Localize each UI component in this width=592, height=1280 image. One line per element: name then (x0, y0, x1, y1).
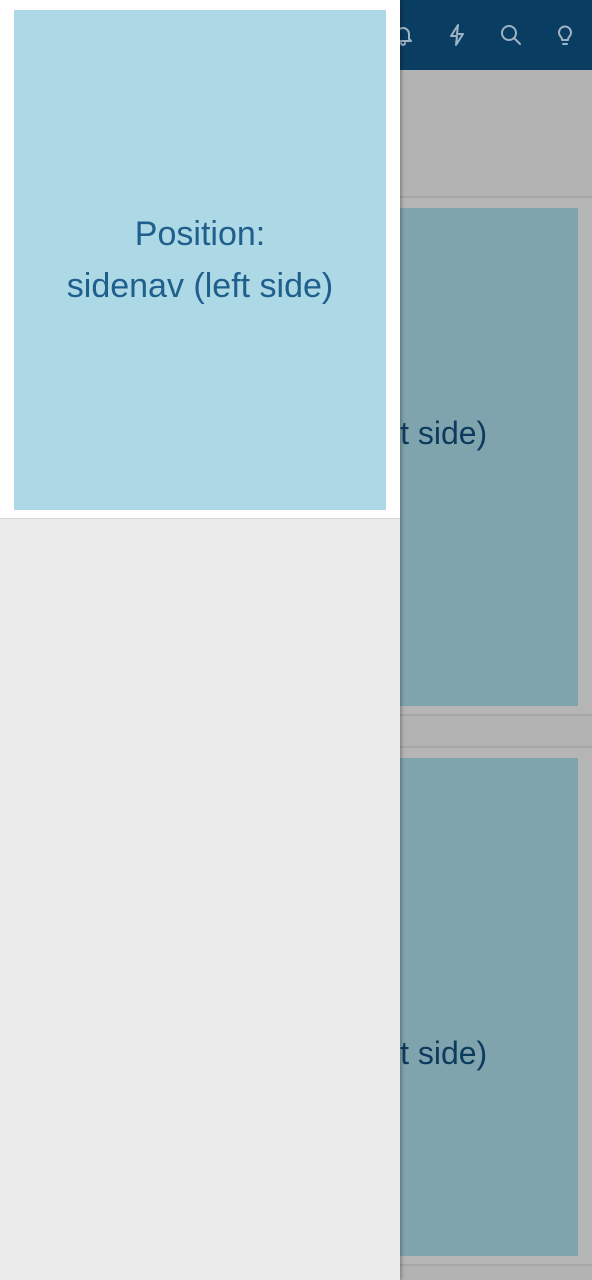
app-bar-actions (376, 0, 592, 70)
search-icon (501, 25, 521, 45)
sidenav-slot-position: sidenav (left side) (66, 267, 334, 305)
sidenav-drawer[interactable]: Position: sidenav (left side) (0, 0, 400, 1280)
sidenav-header: Position: sidenav (left side) (0, 0, 400, 519)
sidenav-ad-slot[interactable]: Position: sidenav (left side) (14, 10, 386, 510)
flash-icon (450, 24, 464, 46)
flash-button[interactable] (430, 0, 484, 70)
lightbulb-icon (558, 25, 572, 45)
tips-button[interactable] (538, 0, 592, 70)
sidenav-slot-label: Position: (134, 215, 266, 253)
search-button[interactable] (484, 0, 538, 70)
